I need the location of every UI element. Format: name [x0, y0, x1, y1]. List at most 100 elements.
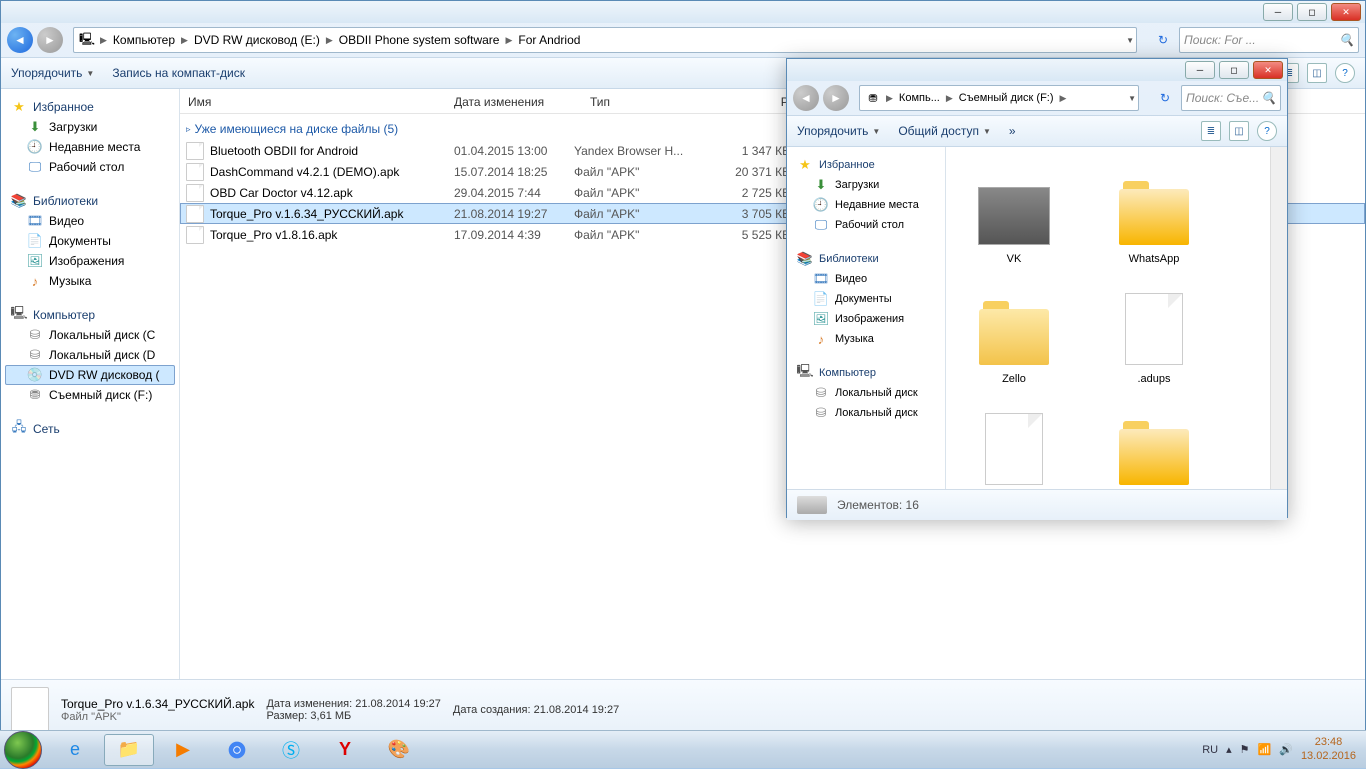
sec-help-button[interactable]: ?: [1257, 121, 1277, 141]
crumb-obdii[interactable]: OBDII Phone system software: [335, 28, 504, 52]
sec-sidebar-video[interactable]: 🎞Видео: [791, 269, 941, 289]
sec-share-button[interactable]: Общий доступ ▼: [898, 124, 991, 138]
file-date: 29.04.2015 7:44: [454, 186, 574, 200]
sidebar-desktop[interactable]: 🖵Рабочий стол: [5, 157, 175, 177]
file-date: 15.07.2014 18:25: [454, 165, 574, 179]
sec-sidebar-music[interactable]: ♪Музыка: [791, 329, 941, 349]
help-button[interactable]: ?: [1335, 63, 1355, 83]
taskbar-chrome[interactable]: [212, 734, 262, 766]
sidebar-documents[interactable]: 📄Документы: [5, 231, 175, 251]
sec-organize-button[interactable]: Упорядочить ▼: [797, 124, 880, 138]
taskbar-skype[interactable]: Ⓢ: [266, 734, 316, 766]
crumb-android[interactable]: For Andriod: [514, 28, 584, 52]
file-icon: [186, 142, 204, 160]
sidebar-video[interactable]: 🎞Видео: [5, 211, 175, 231]
sec-minimize-button[interactable]: ─: [1185, 61, 1215, 79]
sec-sidebar-downloads[interactable]: ⬇Загрузки: [791, 175, 941, 195]
sidebar-music[interactable]: ♪Музыка: [5, 271, 175, 291]
grid-item[interactable]: VK: [954, 155, 1074, 265]
favorites-header[interactable]: ★Избранное: [5, 97, 175, 117]
sec-sidebar-recent[interactable]: 🕘Недавние места: [791, 195, 941, 215]
sidebar-disk-c[interactable]: ⛁Локальный диск (C: [5, 325, 175, 345]
sec-search-input[interactable]: Поиск: Съе... 🔍: [1181, 85, 1281, 111]
grid-item[interactable]: WhatsApp: [1094, 155, 1214, 265]
crumb-computer[interactable]: Компьютер: [109, 28, 179, 52]
search-input[interactable]: Поиск: For ... 🔍: [1179, 27, 1359, 53]
sec-maximize-button[interactable]: ◻: [1219, 61, 1249, 79]
sec-status-bar: Элементов: 16: [787, 489, 1287, 520]
item-label: WhatsApp: [1129, 253, 1180, 265]
back-button[interactable]: ◄: [7, 27, 33, 53]
col-name[interactable]: Имя: [180, 95, 446, 109]
close-button[interactable]: ✕: [1331, 3, 1361, 21]
forward-button[interactable]: ►: [37, 27, 63, 53]
taskbar-yandex[interactable]: Y: [320, 734, 370, 766]
organize-button[interactable]: Упорядочить ▼: [11, 66, 94, 80]
breadcrumb-bar[interactable]: 🖳▶ Компьютер▶ DVD RW дисковод (E:)▶ OBDI…: [73, 27, 1137, 53]
sec-sidebar-pictures[interactable]: 🖼Изображения: [791, 309, 941, 329]
computer-header[interactable]: 🖳Компьютер: [5, 305, 175, 325]
col-type[interactable]: Тип: [582, 95, 718, 109]
file-icon: [1125, 293, 1183, 365]
taskbar-explorer[interactable]: 📁: [104, 734, 154, 766]
tray-lang[interactable]: RU: [1202, 744, 1218, 756]
preview-pane-button[interactable]: ◫: [1307, 63, 1327, 83]
tray-volume-icon[interactable]: 🔊: [1279, 743, 1293, 756]
folder-icon: [979, 309, 1049, 365]
sec-breadcrumb-bar[interactable]: ⛃▶ Компь...▶ Съемный диск (F:)▶ ▼: [859, 85, 1139, 111]
sidebar-recent[interactable]: 🕘Недавние места: [5, 137, 175, 157]
grid-item[interactable]: .megogo: [954, 395, 1074, 489]
sidebar-dvd[interactable]: 💿DVD RW дисковод (: [5, 365, 175, 385]
sec-computer-header[interactable]: 🖳Компьютер: [791, 363, 941, 383]
sec-libraries-header[interactable]: 📚Библиотеки: [791, 249, 941, 269]
sec-close-button[interactable]: ✕: [1253, 61, 1283, 79]
drive-icon: ⛃: [864, 89, 882, 107]
minimize-button[interactable]: ─: [1263, 3, 1293, 21]
libraries-header[interactable]: 📚Библиотеки: [5, 191, 175, 211]
folder-icon: [1119, 429, 1189, 485]
sidebar-disk-d[interactable]: ⛁Локальный диск (D: [5, 345, 175, 365]
file-type: Yandex Browser H...: [574, 144, 694, 158]
sec-favorites-header[interactable]: ★Избранное: [791, 155, 941, 175]
sec-more-button[interactable]: »: [1009, 124, 1016, 138]
tray-hidden-icons[interactable]: ▴: [1226, 743, 1232, 756]
sec-crumb-drive[interactable]: Съемный диск (F:): [955, 86, 1058, 110]
nav-pane: ★Избранное ⬇Загрузки 🕘Недавние места 🖵Ра…: [1, 89, 180, 679]
sec-sidebar-documents[interactable]: 📄Документы: [791, 289, 941, 309]
sec-back-button[interactable]: ◄: [793, 85, 819, 111]
taskbar-ie[interactable]: e: [50, 734, 100, 766]
sec-sidebar-disk-1[interactable]: ⛁Локальный диск: [791, 383, 941, 403]
burn-disc-button[interactable]: Запись на компакт-диск: [112, 66, 245, 80]
crumb-dvd[interactable]: DVD RW дисковод (E:): [190, 28, 324, 52]
grid-item[interactable]: ОБД 2: [1094, 395, 1214, 489]
item-label: VK: [1007, 253, 1022, 265]
sec-view-options-button[interactable]: ≣: [1201, 121, 1221, 141]
sidebar-removable[interactable]: ⛃Съемный диск (F:): [5, 385, 175, 405]
sec-preview-pane-button[interactable]: ◫: [1229, 121, 1249, 141]
col-date[interactable]: Дата изменения: [446, 95, 582, 109]
sidebar-downloads[interactable]: ⬇Загрузки: [5, 117, 175, 137]
file-date: 01.04.2015 13:00: [454, 144, 574, 158]
maximize-button[interactable]: ◻: [1297, 3, 1327, 21]
sec-crumb-computer[interactable]: Компь...: [895, 86, 944, 110]
sec-sidebar-disk-2[interactable]: ⛁Локальный диск: [791, 403, 941, 423]
sec-titlebar: ─ ◻ ✕: [787, 59, 1287, 81]
tray-clock[interactable]: 23:48 13.02.2016: [1301, 736, 1356, 762]
sec-sidebar-desktop[interactable]: 🖵Рабочий стол: [791, 215, 941, 235]
grid-item[interactable]: Zello: [954, 275, 1074, 385]
taskbar-mediaplayer[interactable]: ▶: [158, 734, 208, 766]
taskbar-paint[interactable]: 🎨: [374, 734, 424, 766]
refresh-button[interactable]: ↻: [1151, 28, 1175, 52]
sec-forward-button[interactable]: ►: [823, 85, 849, 111]
sec-refresh-button[interactable]: ↻: [1153, 86, 1177, 110]
sidebar-pictures[interactable]: 🖼Изображения: [5, 251, 175, 271]
file-icon: [186, 163, 204, 181]
scrollbar[interactable]: [1270, 147, 1287, 489]
grid-item[interactable]: .adups: [1094, 275, 1214, 385]
computer-icon: 🖳: [78, 31, 96, 49]
start-button[interactable]: [4, 731, 42, 769]
tray-flag-icon[interactable]: ⚑: [1240, 743, 1250, 756]
tray-network-icon[interactable]: 📶: [1258, 743, 1272, 756]
network-header[interactable]: 🖧Сеть: [5, 419, 175, 439]
file-name: Torque_Pro v.1.6.34_РУССКИЙ.apk: [210, 207, 454, 221]
